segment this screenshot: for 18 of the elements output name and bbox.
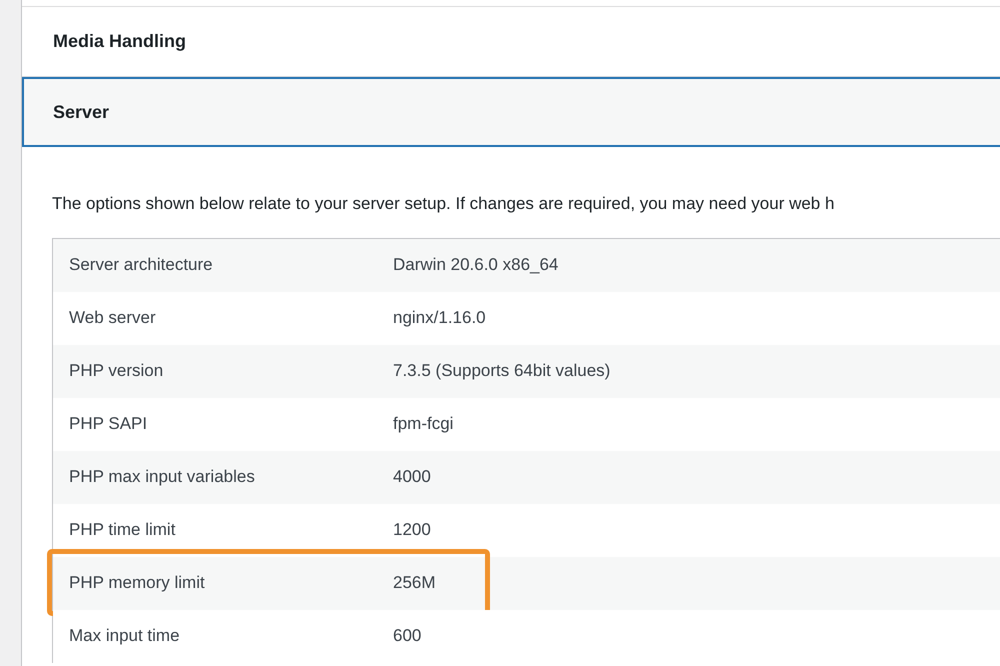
table-cell-text: Web server [68,307,157,330]
table-cell-text: PHP memory limit [68,572,206,594]
section-header[interactable]: Server [22,77,1000,147]
table-cell-text: Max input time [68,625,181,648]
table-cell-text: PHP time limit [68,519,176,542]
table-cell-text: Darwin 20.6.0 x86_64 [393,254,558,276]
table-cell-text: PHP version [68,360,164,382]
table-cell-text: PHP SAPI [68,413,148,436]
table-cell-text: 600 [393,625,422,648]
table-cell-text: Server architecture [68,254,214,276]
table-cell-text: 1200 [393,519,431,542]
table-cell-text: 4000 [393,466,431,488]
table-cell-text: fpm-fcgi [393,413,454,436]
table-cell-text: nginx/1.16.0 [393,307,486,330]
table-cell-text: PHP max input variables [68,466,256,488]
table-cell-text: 256M [393,572,436,594]
description-text: The options shown below relate to your server setup. If changes are required, you may need your web h [52,193,836,215]
table-cell-text: 7.3.5 (Supports 64bit values) [393,360,610,382]
